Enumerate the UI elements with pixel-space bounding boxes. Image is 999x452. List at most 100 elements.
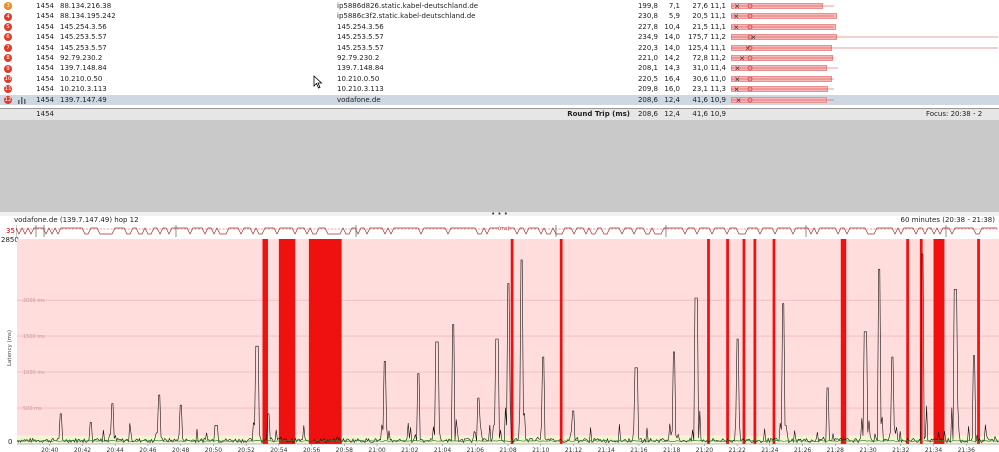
hop-avg: 230,8	[637, 12, 658, 21]
hop-row[interactable]: 3 1454 88.134.216.38 ip5886d826.static.kabe…	[0, 1, 999, 11]
x-tick-label: 20:58	[336, 447, 353, 452]
x-tick-label: 21:18	[663, 447, 680, 452]
packet-loss-band	[977, 239, 980, 444]
y-tick-label: 2000 ms	[23, 298, 45, 304]
hop-badge: 3	[4, 2, 12, 11]
hop-avg: 208,1	[637, 64, 658, 73]
hop-ip: 139.7.147.49	[60, 95, 107, 104]
hop-avg: 220,3	[637, 43, 658, 52]
hop-ip: 145.254.3.56	[60, 22, 107, 31]
hop-cur: 21,5	[692, 22, 708, 31]
y-tick-label: 1500 ms	[23, 334, 45, 340]
packet-loss-band	[933, 239, 945, 444]
x-tick-label: 20:46	[139, 447, 156, 452]
x-tick-label: 21:02	[401, 447, 418, 452]
x-tick-label: 20:42	[74, 447, 91, 452]
svg-text:×: ×	[733, 23, 739, 31]
hop-cur: 31,0	[692, 64, 708, 73]
empty-hop-area	[0, 75, 999, 212]
hop-ip: 139.7.148.84	[60, 64, 107, 73]
x-tick-label: 20:56	[303, 447, 320, 452]
time-window[interactable]: 60 minutes (20:38 - 21:38)	[901, 216, 995, 225]
hop-min: 5,9	[668, 12, 680, 21]
x-tick-label: 20:44	[107, 447, 124, 452]
svg-text:×: ×	[734, 75, 740, 83]
x-tick-label: 21:22	[728, 447, 745, 452]
hop-count: 1454	[36, 12, 54, 21]
hop-avg: 234,9	[637, 33, 658, 42]
graph-hop-icon[interactable]	[18, 96, 26, 107]
latency-svg: 2000 ms 1500 ms 1000 ms 500 ms 20:40 20:42 20:…	[17, 239, 999, 452]
mini-value: 35	[6, 227, 15, 235]
hop-row[interactable]: 4 1454 88.134.195.242 ip5886c3f2.static.kab…	[0, 11, 999, 21]
hop-count: 1454	[36, 64, 54, 73]
hop-ip: 145.253.5.57	[60, 43, 107, 52]
hop-latency-bar: ×	[728, 11, 999, 21]
x-tick-label: 20:52	[237, 447, 254, 452]
packet-loss-band	[559, 239, 563, 444]
hop-hostname: 10.210.0.50	[337, 74, 380, 83]
hop-count: 1454	[36, 43, 54, 52]
hop-row[interactable]: 10 1454 10.210.0.50 10.210.0.50 220,5 16,4 30,…	[0, 74, 999, 84]
x-tick-label: 21:12	[565, 447, 582, 452]
x-tick-label: 21:34	[925, 447, 942, 452]
hop-badge: 6	[4, 33, 12, 42]
hop-ip: 92.79.230.2	[60, 54, 103, 62]
hop-pl: 11,3	[710, 85, 726, 94]
hop-avg: 221,0	[637, 54, 658, 62]
hop-cur: 30,6	[692, 74, 708, 83]
hop-badge: 4	[4, 12, 12, 21]
hop-latency-bar: ×	[728, 32, 999, 42]
hop-cur: 23,1	[692, 85, 708, 94]
hop-pl: 11,1	[710, 12, 726, 21]
x-tick-label: 21:00	[368, 447, 385, 452]
hop-hostname: 139.7.148.84	[337, 64, 384, 73]
hop-cur: 27,6	[692, 2, 708, 10]
hop-latency-bar: ×	[728, 74, 999, 84]
hop-latency-bar: ×	[728, 22, 999, 32]
x-tick-label: 21:28	[827, 447, 844, 452]
hop-ip: 10.210.3.113	[60, 85, 107, 94]
packet-loss-band	[906, 239, 909, 444]
hop-row[interactable]: 6 1454 145.253.5.57 145.253.5.57 234,9 14,0 17…	[0, 32, 999, 42]
latency-chart[interactable]: 2850 0 Latency (ms) 2000 ms 1500 ms 1000 m…	[0, 237, 999, 452]
mini-marker: (ms)	[498, 224, 510, 234]
hop-row[interactable]: 9 1454 139.7.148.84 139.7.148.84 208,1 14,3 31…	[0, 63, 999, 73]
hop-latency-bar: ×	[728, 43, 999, 53]
hop-min: 14,3	[664, 64, 680, 73]
hop-hostname: 10.210.3.113	[337, 85, 384, 94]
hop-row[interactable]: 12 1454 139.7.147.49 vodafone.de 208,6 12,4 41…	[0, 94, 999, 107]
hop-min: 12,4	[664, 95, 680, 104]
x-tick-label: 21:32	[892, 447, 909, 452]
hop-count: 1454	[36, 85, 54, 94]
hop-min: 14,0	[664, 33, 680, 42]
focus-range: Focus: 20:38 - 2	[926, 110, 983, 118]
hop-row[interactable]: 8 1454 92.79.230.2 92.79.230.2 221,0 14,2 72,8…	[0, 53, 999, 63]
svg-text:×: ×	[751, 34, 757, 42]
x-tick-label: 21:04	[434, 447, 451, 452]
hop-pl: 10,9	[710, 95, 726, 104]
hop-count: 1454	[36, 74, 54, 83]
hop-badge: 9	[4, 64, 12, 73]
packet-loss-band	[753, 239, 757, 444]
hop-row[interactable]: 7 1454 145.253.5.57 145.253.5.57 220,3 14,0 12…	[0, 43, 999, 53]
hop-pl: 11,2	[710, 33, 726, 42]
svg-text:×: ×	[734, 3, 740, 11]
hop-badge: 12	[4, 95, 12, 104]
hop-hostname: 145.254.3.56	[337, 22, 384, 31]
svg-text:×: ×	[734, 65, 740, 73]
hop-count: 1454	[36, 54, 54, 62]
hop-row[interactable]: 5 1454 145.254.3.56 145.254.3.56 227,8 10,4 21…	[0, 22, 999, 32]
hop-latency-bar: ×	[728, 53, 999, 63]
hop-hostname: ip5886d826.static.kabel-deutschland.de	[337, 2, 479, 10]
hop-hostname: 145.253.5.57	[337, 43, 384, 52]
x-tick-label: 21:36	[958, 447, 975, 452]
hop-cur: 20,5	[692, 12, 708, 21]
hop-cur: 72,8	[692, 54, 708, 62]
y-zero-label: 0	[8, 438, 13, 446]
hop-avg: 220,5	[637, 74, 658, 83]
graph-title: vodafone.de (139.7.147.49) hop 12	[14, 216, 139, 224]
hop-latency-bar: ×	[728, 63, 999, 73]
hop-avg: 199,8	[637, 2, 658, 10]
hop-row[interactable]: 11 1454 10.210.3.113 10.210.3.113 209,8 16,0 2…	[0, 84, 999, 94]
